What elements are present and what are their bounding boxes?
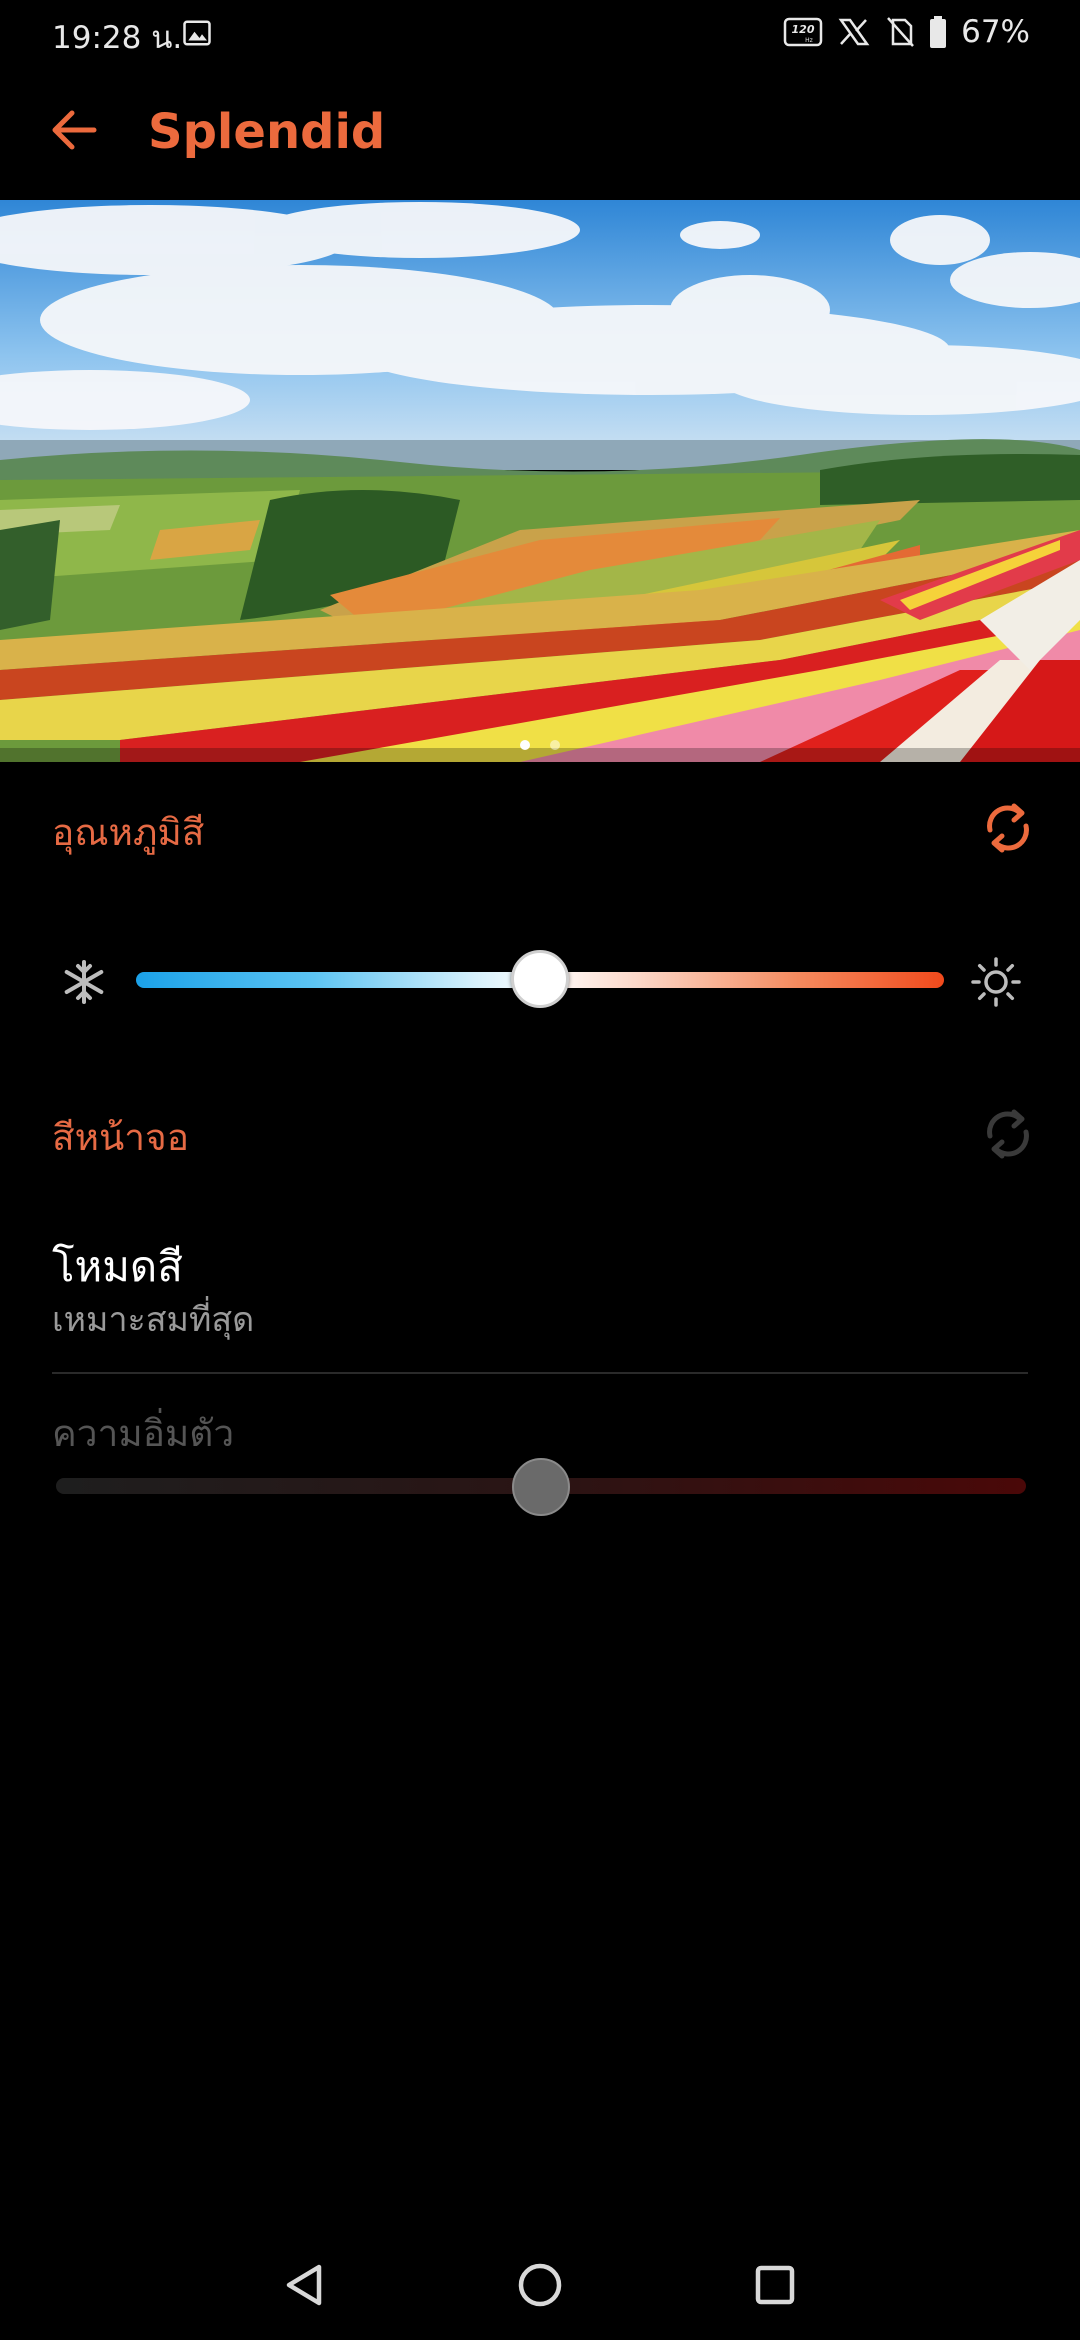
arrow-left-icon [52, 110, 97, 150]
splendid-screen: 19:28 น. 120 Hz 67% Splendid อุณหภูมิสี … [0, 0, 1080, 2340]
battery-icon [930, 16, 947, 48]
landscape-photo [0, 200, 1080, 762]
snowflake-icon [64, 960, 104, 1004]
svg-text:Hz: Hz [805, 37, 813, 44]
x-app-icon [838, 18, 870, 46]
svg-text:120: 120 [792, 23, 815, 36]
navigation-bar [0, 2230, 1080, 2340]
nav-home-button[interactable] [505, 2250, 575, 2320]
sun-icon [971, 957, 1021, 1007]
color-temperature-title: อุณหภูมิสี [52, 811, 205, 854]
status-bar: 19:28 น. 120 Hz 67% [0, 0, 1080, 66]
page-dot [550, 740, 560, 750]
status-icons: 120 Hz 67% [783, 12, 1030, 52]
no-sim-icon [887, 17, 915, 47]
divider [52, 1372, 1028, 1374]
color-temperature-reset-button[interactable] [976, 796, 1040, 860]
triangle-back-icon [286, 2264, 322, 2306]
saturation-slider-thumb [512, 1458, 570, 1516]
nav-recents-button[interactable] [740, 2250, 810, 2320]
back-button[interactable] [44, 100, 104, 160]
color-mode-label: โหมดสี [52, 1242, 183, 1291]
preview-image[interactable] [0, 200, 1080, 762]
saturation-label: ความอิ่มตัว [52, 1412, 235, 1455]
status-time: 19:28 น. [52, 20, 183, 56]
color-mode-item[interactable]: โหมดสี เหมาะสมที่สุด [0, 1222, 1080, 1372]
page-dot-active [520, 740, 530, 750]
color-mode-value: เหมาะสมที่สุด [52, 1300, 255, 1340]
refresh-icon [987, 1109, 1029, 1159]
nav-back-button[interactable] [271, 2250, 341, 2320]
screen-color-title: สีหน้าจอ [52, 1116, 189, 1159]
square-recents-icon [755, 2265, 795, 2305]
screen-color-reset-button[interactable] [976, 1102, 1040, 1166]
page-title: Splendid [148, 104, 386, 160]
refresh-icon [987, 803, 1029, 853]
refresh-rate-120hz-icon: 120 Hz [783, 17, 823, 47]
circle-home-icon [518, 2263, 562, 2307]
color-temperature-slider-thumb[interactable] [511, 950, 569, 1008]
battery-percentage: 67% [961, 14, 1030, 50]
page-indicator [0, 740, 1080, 750]
gallery-icon [183, 20, 211, 46]
